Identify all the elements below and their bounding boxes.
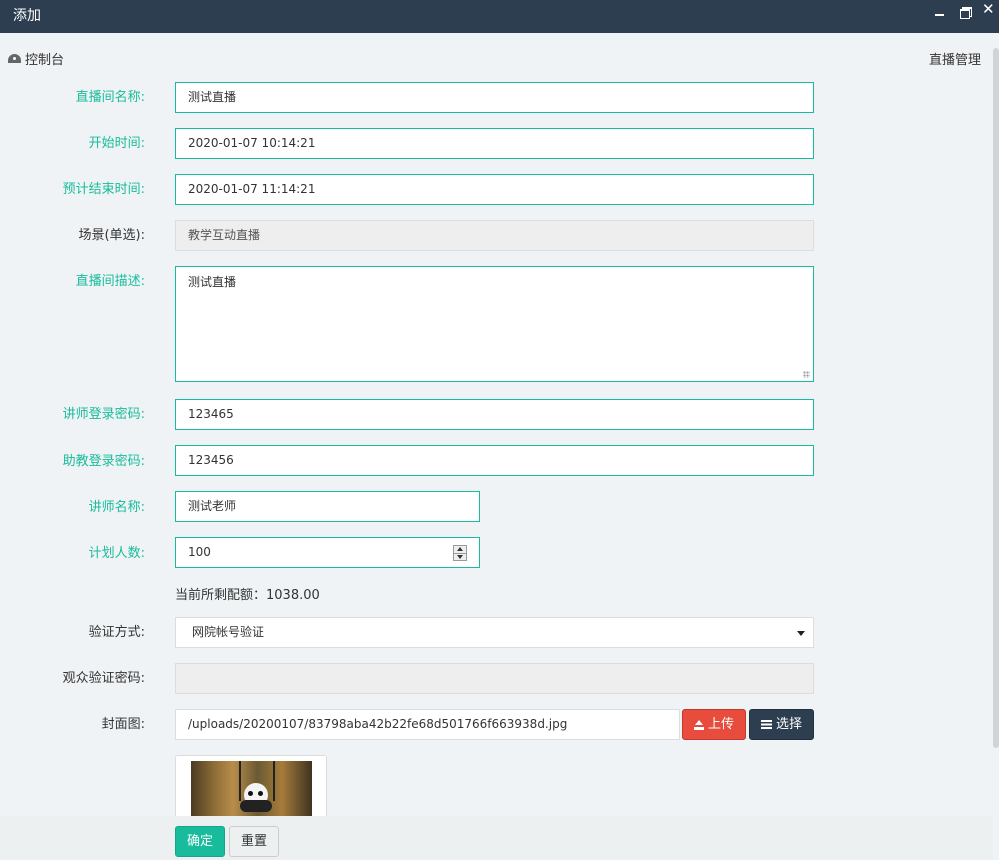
name-label: 直播间名称: [75, 90, 145, 105]
teacher-password-input[interactable]: 123465 [175, 399, 814, 430]
assistant-password-input[interactable]: 123456 [175, 445, 814, 476]
cover-label: 封面图: [101, 717, 145, 732]
top-nav: 控制台 直播管理 [0, 44, 999, 70]
cover-path-input[interactable]: /uploads/20200107/83798aba42b22fe68d5017… [175, 709, 680, 740]
description-textarea[interactable]: 测试直播 [175, 266, 814, 382]
choose-label: 选择 [775, 717, 802, 732]
description-label: 直播间描述: [75, 274, 145, 289]
list-icon [760, 720, 772, 729]
end-time-input[interactable]: 2020-01-07 11:14:21 [175, 174, 814, 205]
resize-handle-icon[interactable] [803, 371, 810, 378]
upload-label: 上传 [707, 717, 734, 732]
dashboard-label: 控制台 [25, 53, 65, 68]
scrollbar-thumb[interactable] [993, 48, 999, 748]
window-title: 添加 [13, 8, 41, 24]
upload-icon [693, 719, 704, 730]
start-time-label: 开始时间: [88, 136, 145, 151]
reset-button[interactable]: 重置 [229, 826, 279, 857]
teacher-password-label: 讲师登录密码: [62, 407, 145, 422]
description-text: 测试直播 [188, 275, 237, 289]
start-time-input[interactable]: 2020-01-07 10:14:21 [175, 128, 814, 159]
auth-method-select[interactable]: 网院帐号验证 [175, 617, 814, 648]
cover-preview [175, 755, 327, 825]
audience-password-label: 观众验证密码: [62, 671, 145, 686]
section-title: 直播管理 [929, 53, 982, 68]
scrollbar[interactable] [993, 33, 999, 860]
quota-text: 当前所剩配额：1038.00 [175, 588, 320, 603]
scene-label: 场景(单选): [78, 228, 145, 243]
cover-image[interactable] [191, 761, 312, 821]
minimize-icon[interactable] [931, 4, 947, 20]
close-icon[interactable]: ✕ [982, 1, 998, 17]
panda-image [240, 783, 272, 812]
scene-field: 教学互动直播 [175, 220, 814, 251]
planned-count-input[interactable]: 100 [175, 537, 480, 568]
upload-button[interactable]: 上传 [682, 709, 746, 740]
audience-password-input [175, 663, 814, 694]
teacher-name-label: 讲师名称: [88, 500, 145, 515]
choose-button[interactable]: 选择 [749, 709, 814, 740]
auth-method-label: 验证方式: [88, 625, 145, 640]
name-input[interactable]: 测试直播 [175, 82, 814, 113]
maximize-icon[interactable] [957, 4, 973, 20]
chevron-down-icon [797, 631, 805, 636]
teacher-name-input[interactable]: 测试老师 [175, 491, 480, 522]
assistant-password-label: 助教登录密码: [62, 454, 145, 469]
planned-count-label: 计划人数: [88, 546, 145, 561]
planned-count-value: 100 [188, 545, 211, 559]
dashboard-icon [8, 54, 21, 63]
breadcrumb-dashboard[interactable]: 控制台 [8, 49, 64, 68]
number-stepper-icon[interactable] [453, 545, 467, 561]
window-titlebar: 添加 ✕ [0, 0, 999, 33]
end-time-label: 预计结束时间: [62, 182, 145, 197]
submit-button[interactable]: 确定 [175, 826, 225, 857]
form-footer [0, 816, 993, 860]
auth-method-value: 网院帐号验证 [192, 625, 265, 639]
